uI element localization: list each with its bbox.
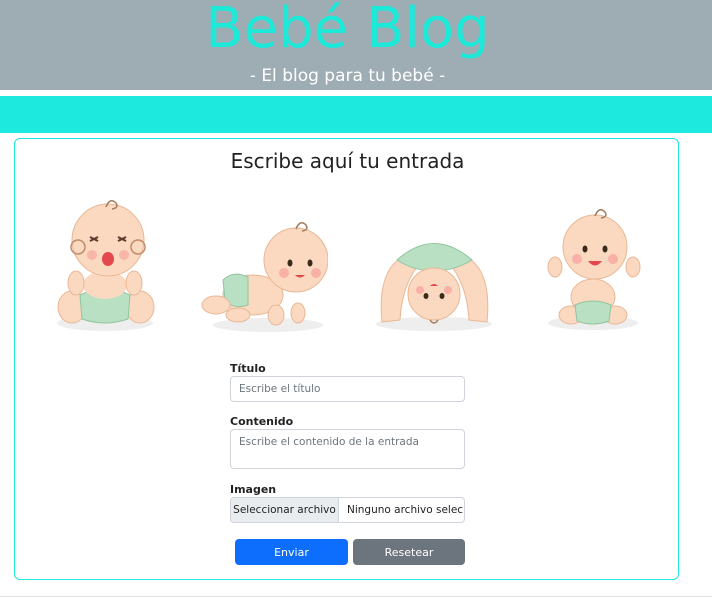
content-label: Contenido — [230, 415, 294, 428]
title-label: Título — [230, 362, 266, 375]
card-title: Escribe aquí tu entrada — [230, 149, 465, 173]
choose-file-button[interactable]: Seleccionar archivo — [231, 498, 339, 522]
site-title: Bebé Blog — [205, 0, 490, 61]
nav-bar — [0, 96, 712, 133]
reset-button[interactable]: Resetear — [353, 539, 465, 565]
image-file-input[interactable]: Seleccionar archivo Ninguno archivo sele… — [230, 497, 465, 523]
site-header: Bebé Blog - El blog para tu bebé - — [0, 0, 712, 90]
page-bottom-divider — [0, 596, 712, 597]
baby-sitting-happy-icon — [547, 209, 641, 330]
image-label: Imagen — [230, 483, 277, 496]
site-subtitle: - El blog para tu bebé - — [249, 66, 446, 86]
file-status: Ninguno archivo selec. — [347, 504, 464, 516]
baby-sitting-crying-icon — [57, 200, 155, 331]
title-input[interactable]: Escribe el título — [230, 376, 465, 402]
baby-upside-down-icon — [376, 243, 492, 331]
baby-crawling-icon — [201, 222, 328, 332]
content-textarea[interactable]: Escribe el contenido de la entrada — [230, 429, 465, 469]
submit-button[interactable]: Enviar — [235, 539, 348, 565]
